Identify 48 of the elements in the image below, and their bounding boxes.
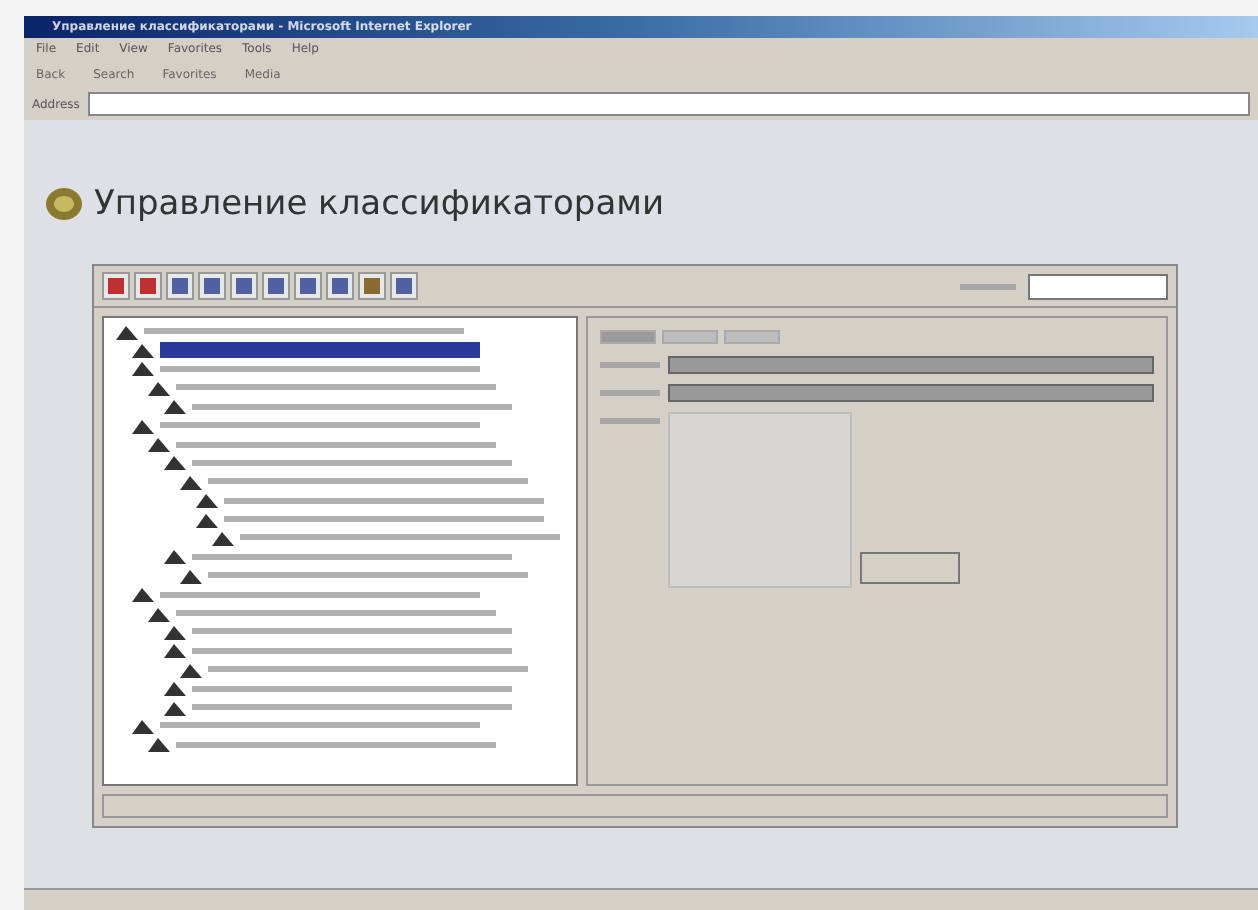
tree-node-icon (132, 417, 154, 434)
text-field[interactable] (668, 384, 1154, 402)
tree-node-icon (164, 623, 186, 640)
tool-icon[interactable] (358, 272, 386, 300)
tree-node-icon (180, 661, 202, 678)
tree-node-icon (164, 642, 186, 659)
tool-icon[interactable] (198, 272, 226, 300)
tab[interactable] (662, 330, 718, 344)
tree-node-icon (148, 436, 170, 453)
tree-node-icon (132, 360, 154, 377)
page-heading: Управление классификаторами (94, 184, 664, 224)
field-label (600, 390, 660, 396)
tree-node-icon (196, 511, 218, 528)
globe-icon (44, 186, 84, 222)
tree-node-icon (196, 492, 218, 509)
tool-icon[interactable] (102, 272, 130, 300)
text-area[interactable] (668, 412, 852, 588)
tree-node-icon (132, 717, 154, 734)
combo-label (960, 283, 1016, 289)
tool-icon[interactable] (390, 272, 418, 300)
tree-node-icon (180, 473, 202, 490)
tool-icon[interactable] (294, 272, 322, 300)
tree-node-icon (180, 567, 202, 584)
tree-node-icon (148, 605, 170, 622)
tree-node-icon (116, 323, 138, 340)
tool-icon[interactable] (230, 272, 258, 300)
action-button[interactable] (860, 552, 960, 584)
tool-icon[interactable] (134, 272, 162, 300)
tree-node-icon (132, 586, 154, 603)
tree-node-icon (164, 454, 186, 471)
tab[interactable] (600, 330, 656, 344)
tree-node-icon (148, 736, 170, 753)
tool-icon[interactable] (262, 272, 290, 300)
tool-icon[interactable] (166, 272, 194, 300)
tree-node-icon (212, 529, 234, 546)
tool-icon[interactable] (326, 272, 354, 300)
dropdown-field[interactable] (1028, 273, 1168, 299)
tree-node-icon (164, 680, 186, 697)
field-label (600, 418, 660, 424)
tree-node-icon (164, 548, 186, 565)
tree-item[interactable] (160, 342, 480, 359)
field-label (600, 362, 660, 368)
tree-node-icon (164, 398, 186, 415)
tree-node-icon (132, 342, 154, 359)
tab[interactable] (724, 330, 780, 344)
tree-node-icon (148, 379, 170, 396)
text-field[interactable] (668, 356, 1154, 374)
address-field[interactable] (87, 92, 1250, 116)
